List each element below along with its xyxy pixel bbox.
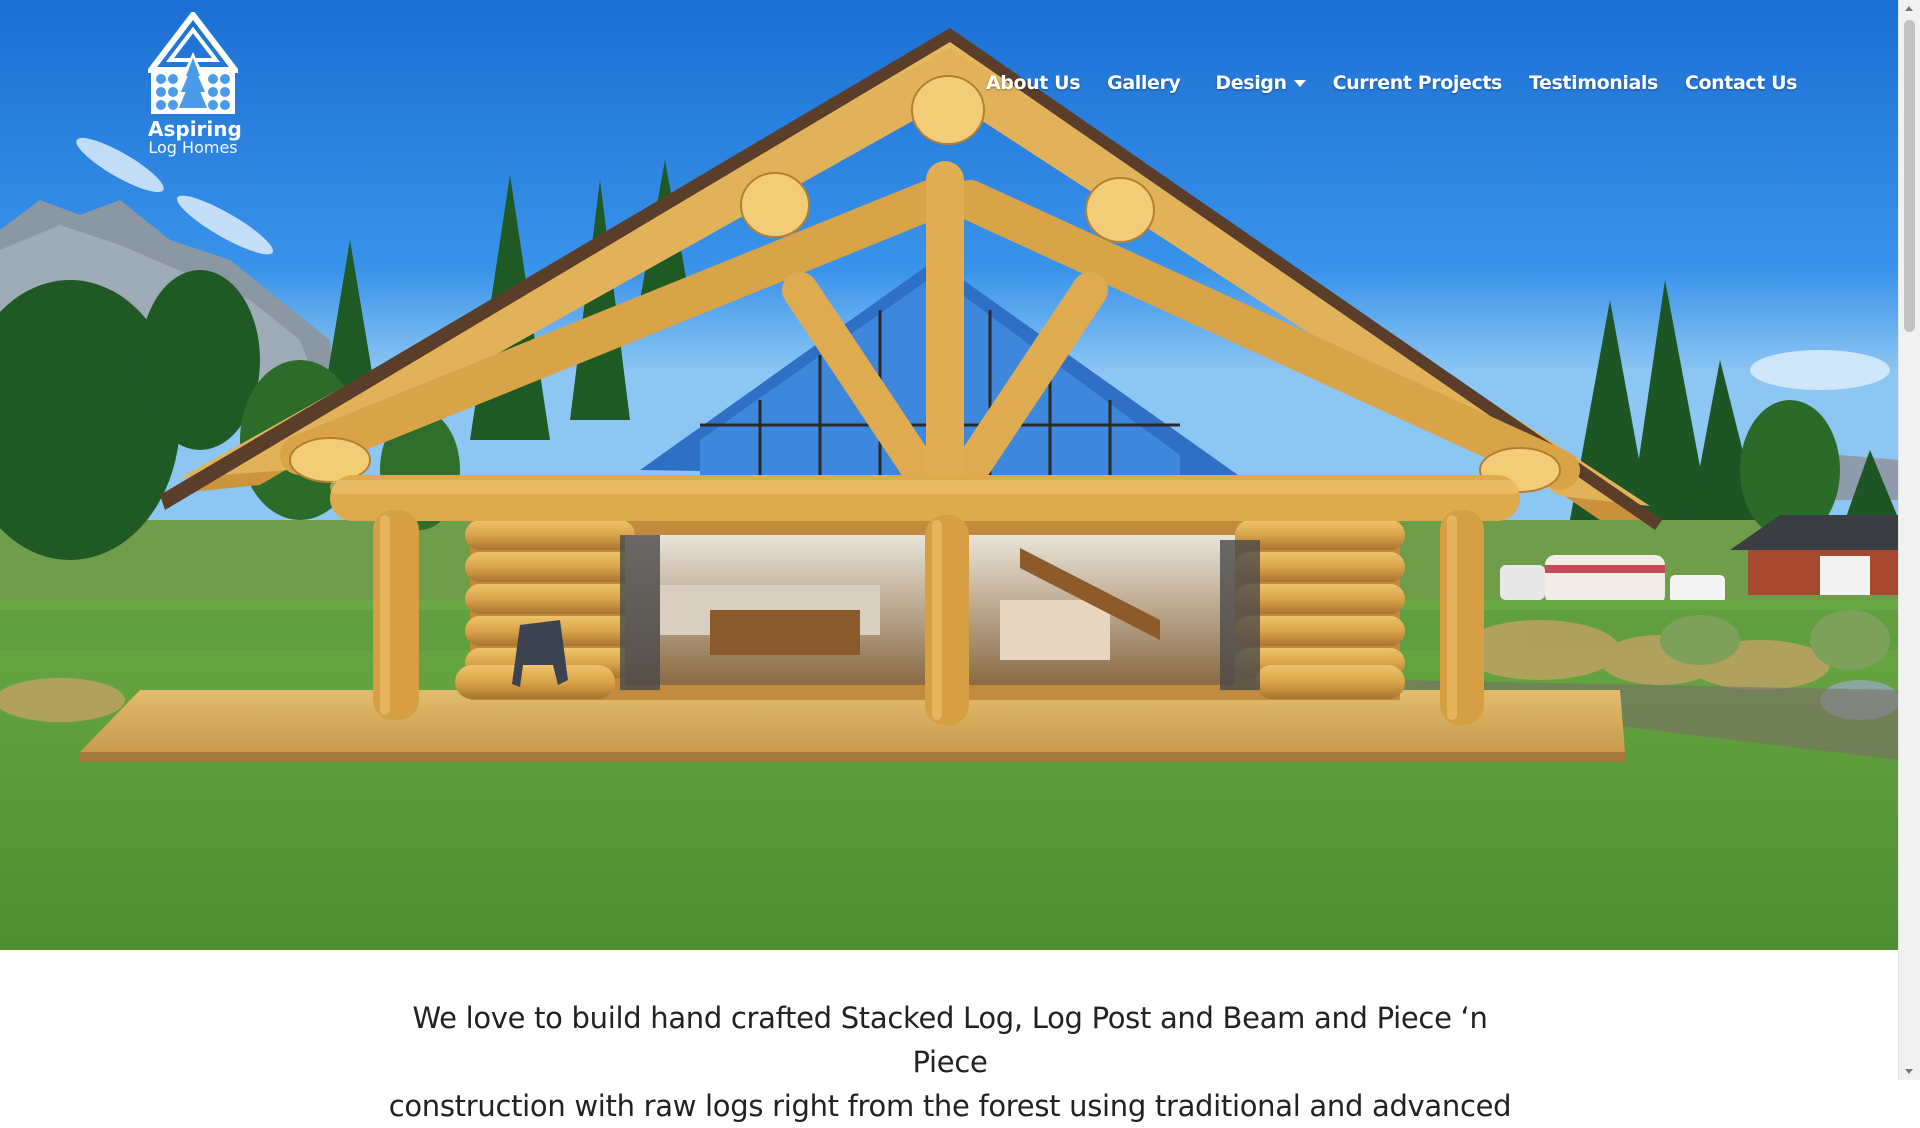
log-cabin-tree-logo-icon: [148, 12, 238, 114]
nav-item-current-projects[interactable]: Current Projects: [1333, 72, 1503, 94]
brand-name: Aspiring: [148, 117, 242, 141]
nav-link-testimonials[interactable]: Testimonials: [1529, 72, 1658, 94]
nav-link-about-us[interactable]: About Us: [986, 72, 1081, 94]
intro-line-2: construction with raw logs right from th…: [388, 1089, 1512, 1123]
intro-line-1: We love to build hand crafted Stacked Lo…: [412, 1001, 1488, 1079]
nav-item-design[interactable]: Design: [1215, 72, 1306, 94]
nav-item-about-us[interactable]: About Us: [986, 72, 1081, 94]
nav-item-gallery[interactable]: Gallery: [1107, 72, 1181, 94]
brand-tagline: Log Homes: [148, 138, 238, 157]
nav-item-testimonials[interactable]: Testimonials: [1529, 72, 1658, 94]
main-nav: About Us Gallery Design Current Projects…: [986, 72, 1824, 94]
scroll-down-arrow-icon[interactable]: [1905, 1069, 1913, 1074]
brand-logo[interactable]: Aspiring Log Homes: [148, 12, 242, 157]
scrollbar-thumb[interactable]: [1904, 20, 1915, 332]
intro-text: We love to build hand crafted Stacked Lo…: [380, 996, 1520, 1128]
nav-item-contact-us[interactable]: Contact Us: [1685, 72, 1798, 94]
log-home-photo: [0, 0, 1899, 950]
nav-link-contact-us[interactable]: Contact Us: [1685, 72, 1798, 94]
caret-down-icon[interactable]: [1293, 79, 1306, 87]
nav-link-design[interactable]: Design: [1215, 72, 1287, 94]
nav-link-current-projects[interactable]: Current Projects: [1333, 72, 1503, 94]
hero-banner: Aspiring Log Homes About Us Gallery Desi…: [0, 0, 1899, 950]
scroll-up-arrow-icon[interactable]: [1905, 6, 1913, 11]
nav-link-gallery[interactable]: Gallery: [1107, 72, 1181, 94]
vertical-scrollbar[interactable]: [1898, 0, 1920, 1080]
